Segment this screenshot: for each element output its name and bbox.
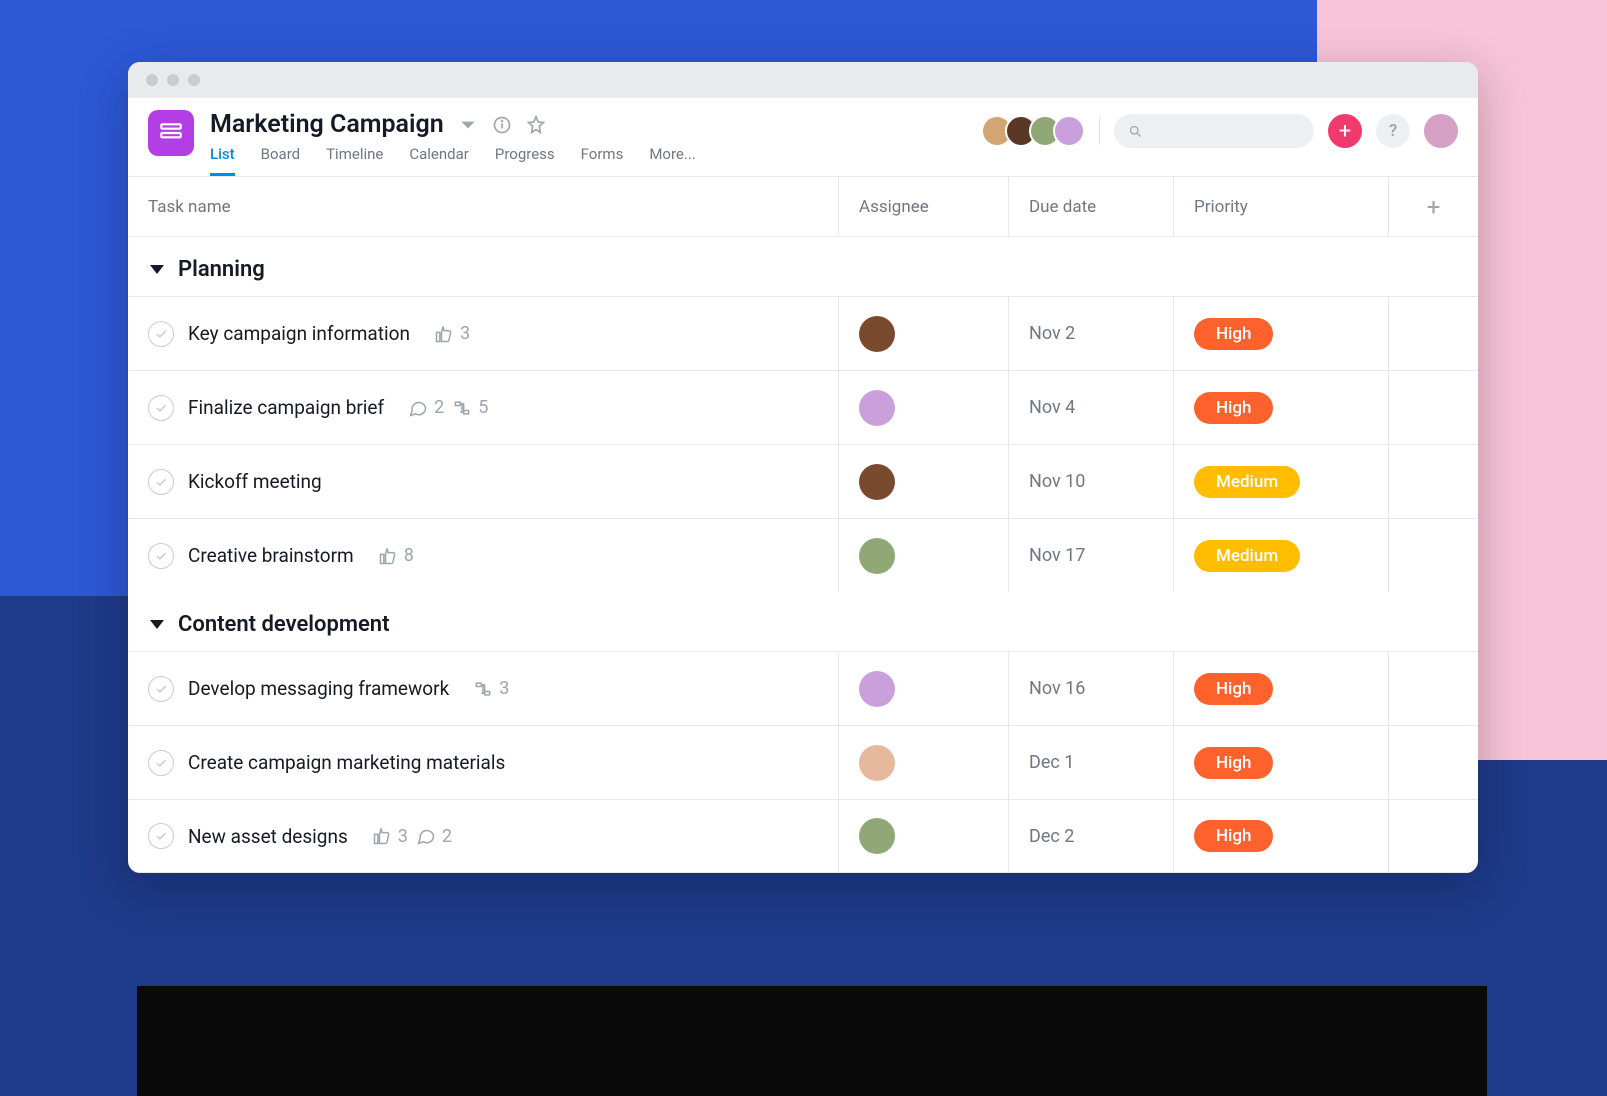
complete-toggle[interactable] (148, 469, 174, 495)
task-row[interactable]: Creative brainstorm 8 Nov 17 Medium (128, 518, 1478, 592)
complete-toggle[interactable] (148, 543, 174, 569)
column-due-date[interactable]: Due date (1008, 177, 1173, 236)
comment-count[interactable]: 2 (416, 826, 452, 847)
task-name: Develop messaging framework (188, 677, 449, 700)
search-input[interactable] (1114, 114, 1314, 148)
collapse-icon[interactable] (150, 265, 164, 274)
task-row[interactable]: New asset designs 32 Dec 2 High (128, 799, 1478, 873)
search-icon (1128, 124, 1143, 139)
row-extra-cell (1388, 652, 1478, 725)
row-extra-cell (1388, 297, 1478, 370)
priority-pill[interactable]: Medium (1194, 540, 1300, 572)
task-name: Key campaign information (188, 322, 410, 345)
divider (1099, 117, 1100, 145)
tab-board[interactable]: Board (261, 145, 300, 176)
complete-toggle[interactable] (148, 750, 174, 776)
priority-pill[interactable]: High (1194, 747, 1273, 779)
section-header[interactable]: Planning (128, 237, 1478, 296)
assignee-avatar[interactable] (859, 316, 895, 352)
task-row[interactable]: Finalize campaign brief 25 Nov 4 High (128, 370, 1478, 444)
current-user-avatar[interactable] (1424, 114, 1458, 148)
row-extra-cell (1388, 726, 1478, 799)
row-extra-cell (1388, 519, 1478, 592)
assignee-avatar[interactable] (859, 818, 895, 854)
assignee-avatar[interactable] (859, 745, 895, 781)
window-close-dot[interactable] (146, 74, 158, 86)
star-icon[interactable] (526, 115, 546, 135)
due-date[interactable]: Nov 2 (1029, 323, 1075, 344)
due-date[interactable]: Nov 16 (1029, 678, 1085, 699)
row-extra-cell (1388, 800, 1478, 872)
priority-pill[interactable]: High (1194, 392, 1273, 424)
project-dropdown-icon[interactable] (458, 115, 478, 135)
complete-toggle[interactable] (148, 676, 174, 702)
assignee-avatar[interactable] (859, 390, 895, 426)
comment-count[interactable]: 2 (408, 397, 444, 418)
column-headers: Task name Assignee Due date Priority + (128, 177, 1478, 237)
member-avatar[interactable] (1053, 115, 1085, 147)
column-priority[interactable]: Priority (1173, 177, 1388, 236)
row-extra-cell (1388, 371, 1478, 444)
section-header[interactable]: Content development (128, 592, 1478, 651)
app-window: Marketing Campaign List Board Timeline Cale… (128, 62, 1478, 873)
assignee-avatar[interactable] (859, 464, 895, 500)
task-row[interactable]: Kickoff meeting Nov 10 Medium (128, 444, 1478, 518)
priority-pill[interactable]: High (1194, 318, 1273, 350)
tab-calendar[interactable]: Calendar (409, 145, 469, 176)
complete-toggle[interactable] (148, 823, 174, 849)
task-name: New asset designs (188, 825, 348, 848)
assignee-avatar[interactable] (859, 671, 895, 707)
due-date[interactable]: Dec 2 (1029, 826, 1074, 847)
due-date[interactable]: Dec 1 (1029, 752, 1074, 773)
help-button[interactable]: ? (1376, 114, 1410, 148)
row-extra-cell (1388, 445, 1478, 518)
complete-toggle[interactable] (148, 395, 174, 421)
priority-pill[interactable]: High (1194, 820, 1273, 852)
column-assignee[interactable]: Assignee (838, 177, 1008, 236)
task-name: Create campaign marketing materials (188, 751, 505, 774)
priority-pill[interactable]: Medium (1194, 466, 1300, 498)
section-name: Content development (178, 612, 389, 637)
collapse-icon[interactable] (150, 620, 164, 629)
window-titlebar (128, 62, 1478, 98)
priority-pill[interactable]: High (1194, 673, 1273, 705)
task-name: Creative brainstorm (188, 544, 354, 567)
tab-forms[interactable]: Forms (581, 145, 624, 176)
due-date[interactable]: Nov 17 (1029, 545, 1085, 566)
project-header: Marketing Campaign List Board Timeline Cale… (128, 98, 1478, 177)
info-icon[interactable] (492, 115, 512, 135)
complete-toggle[interactable] (148, 321, 174, 347)
member-avatars[interactable] (981, 115, 1085, 147)
window-minimize-dot[interactable] (167, 74, 179, 86)
view-tabs: List Board Timeline Calendar Progress Forms Mo… (210, 145, 981, 176)
task-name: Finalize campaign brief (188, 396, 384, 419)
tab-timeline[interactable]: Timeline (326, 145, 383, 176)
task-row[interactable]: Develop messaging framework 3 Nov 16 High (128, 651, 1478, 725)
due-date[interactable]: Nov 4 (1029, 397, 1075, 418)
tab-list[interactable]: List (210, 145, 235, 176)
subtask-count[interactable]: 5 (452, 397, 488, 418)
due-date[interactable]: Nov 10 (1029, 471, 1085, 492)
column-task-name[interactable]: Task name (128, 197, 838, 217)
section-name: Planning (178, 257, 265, 282)
project-title[interactable]: Marketing Campaign (210, 110, 444, 139)
like-count[interactable]: 3 (434, 323, 470, 344)
like-count[interactable]: 8 (378, 545, 414, 566)
subtask-count[interactable]: 3 (473, 678, 509, 699)
global-add-button[interactable]: + (1328, 114, 1362, 148)
tab-progress[interactable]: Progress (495, 145, 555, 176)
task-name: Kickoff meeting (188, 470, 322, 493)
task-row[interactable]: Create campaign marketing materials Dec 1… (128, 725, 1478, 799)
tab-more[interactable]: More... (649, 145, 695, 176)
project-icon[interactable] (148, 110, 194, 156)
window-zoom-dot[interactable] (188, 74, 200, 86)
add-column-button[interactable]: + (1388, 177, 1478, 236)
like-count[interactable]: 3 (372, 826, 408, 847)
task-row[interactable]: Key campaign information 3 Nov 2 High (128, 296, 1478, 370)
assignee-avatar[interactable] (859, 538, 895, 574)
